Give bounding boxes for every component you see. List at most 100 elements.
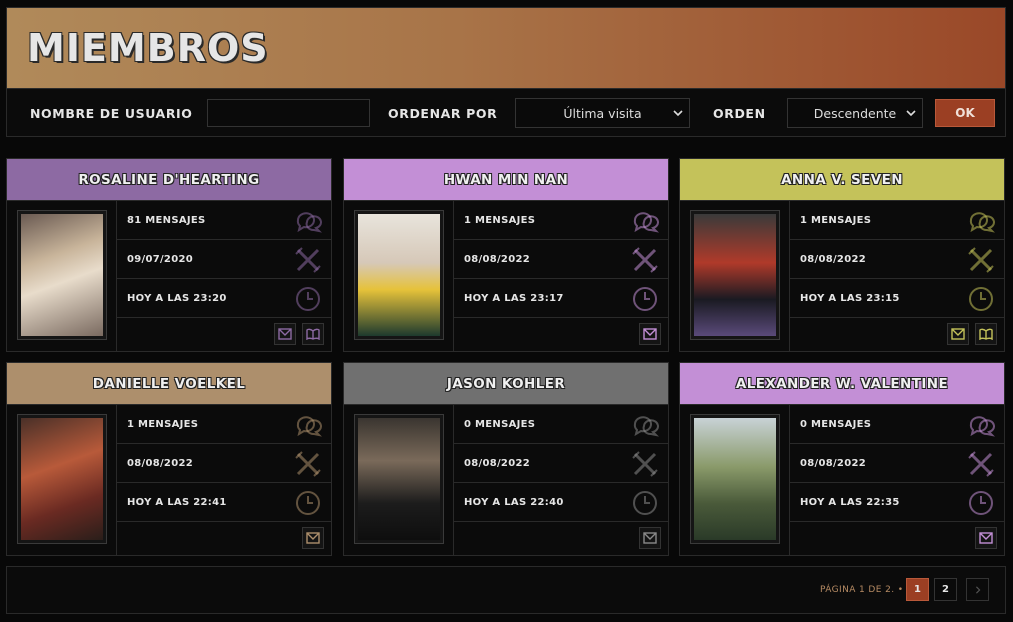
member-name[interactable]: HWAN MIN NAN [344, 159, 668, 201]
member-joined: 08/08/2022 [454, 444, 669, 483]
page-info: PÁGINA 1 DE 2. • [820, 585, 904, 595]
member-card: ALEXANDER W. VALENTINE 0 MENSAJES 08/08/… [679, 362, 1005, 556]
mail-icon [643, 532, 657, 544]
order-select-value: Descendente [813, 105, 897, 121]
member-messages: 0 MENSAJES [790, 405, 1005, 444]
send-message-button[interactable] [947, 323, 969, 345]
clock-icon [633, 491, 657, 515]
sort-select-value: Última visita [563, 105, 642, 121]
page-header: MIEMBROS [6, 7, 1006, 89]
member-joined: 08/08/2022 [454, 240, 669, 279]
clock-icon [969, 287, 993, 311]
member-last-visit: HOY A LAS 23:20 [117, 279, 332, 318]
chevron-down-icon [673, 110, 683, 117]
profile-book-button[interactable] [975, 323, 997, 345]
joined-date: 09/07/2020 [127, 253, 193, 265]
member-messages: 1 MENSAJES [790, 201, 1005, 240]
member-last-visit: HOY A LAS 23:17 [454, 279, 669, 318]
order-select[interactable]: Descendente [787, 98, 923, 128]
chat-bubbles-icon [633, 416, 659, 437]
member-actions [117, 318, 332, 352]
crossed-tools-icon [632, 247, 658, 273]
last-visit: HOY A LAS 22:40 [464, 496, 564, 508]
member-name[interactable]: DANIELLE VOELKEL [7, 363, 331, 405]
chat-bubbles-icon [296, 416, 322, 437]
clock-icon [296, 491, 320, 515]
last-visit: HOY A LAS 23:20 [127, 292, 227, 304]
member-filter-bar: NOMBRE DE USUARIO ORDENAR POR Última vis… [6, 89, 1006, 137]
order-label: ORDEN [713, 106, 766, 121]
page-button-1[interactable]: 1 [906, 578, 929, 601]
page-button-2[interactable]: 2 [934, 578, 957, 601]
page-title: MIEMBROS [27, 26, 269, 70]
member-name[interactable]: ANNA V. SEVEN [680, 159, 1004, 201]
sort-label: ORDENAR POR [388, 106, 498, 121]
joined-date: 08/08/2022 [464, 253, 530, 265]
clock-icon [969, 491, 993, 515]
member-messages: 0 MENSAJES [454, 405, 669, 444]
last-visit: HOY A LAS 22:41 [127, 496, 227, 508]
member-last-visit: HOY A LAS 22:40 [454, 483, 669, 522]
member-messages: 1 MENSAJES [454, 201, 669, 240]
member-actions [454, 318, 669, 352]
member-avatar[interactable] [354, 414, 444, 544]
crossed-tools-icon [968, 247, 994, 273]
member-card: JASON KOHLER 0 MENSAJES 08/08/2022 HOY A… [343, 362, 669, 556]
member-actions [117, 522, 332, 556]
last-visit: HOY A LAS 22:35 [800, 496, 900, 508]
messages-count: 1 MENSAJES [800, 214, 872, 226]
member-avatar[interactable] [17, 414, 107, 544]
member-actions [790, 318, 1005, 352]
username-input[interactable] [207, 99, 370, 127]
send-message-button[interactable] [274, 323, 296, 345]
send-message-button[interactable] [975, 527, 997, 549]
send-message-button[interactable] [639, 527, 661, 549]
crossed-tools-icon [968, 451, 994, 477]
clock-icon [296, 287, 320, 311]
next-page-button[interactable] [966, 578, 989, 601]
last-visit: HOY A LAS 23:15 [800, 292, 900, 304]
joined-date: 08/08/2022 [800, 253, 866, 265]
messages-count: 0 MENSAJES [800, 418, 872, 430]
send-message-button[interactable] [302, 527, 324, 549]
ok-button[interactable]: OK [935, 99, 995, 127]
clock-icon [633, 287, 657, 311]
member-last-visit: HOY A LAS 22:41 [117, 483, 332, 522]
member-last-visit: HOY A LAS 23:15 [790, 279, 1005, 318]
mail-icon [951, 328, 965, 340]
member-joined: 08/08/2022 [117, 444, 332, 483]
crossed-tools-icon [632, 451, 658, 477]
member-joined: 08/08/2022 [790, 240, 1005, 279]
member-name[interactable]: ROSALINE D'HEARTING [7, 159, 331, 201]
member-messages: 81 MENSAJES [117, 201, 332, 240]
joined-date: 08/08/2022 [800, 457, 866, 469]
mail-icon [278, 328, 292, 340]
profile-book-button[interactable] [302, 323, 324, 345]
member-actions [454, 522, 669, 556]
username-label: NOMBRE DE USUARIO [30, 106, 193, 121]
messages-count: 1 MENSAJES [127, 418, 199, 430]
member-name[interactable]: JASON KOHLER [344, 363, 668, 405]
chevron-down-icon [906, 110, 916, 117]
member-avatar[interactable] [690, 414, 780, 544]
crossed-tools-icon [295, 451, 321, 477]
member-avatar[interactable] [690, 210, 780, 340]
mail-icon [643, 328, 657, 340]
joined-date: 08/08/2022 [127, 457, 193, 469]
mail-icon [979, 532, 993, 544]
chat-bubbles-icon [969, 212, 995, 233]
crossed-tools-icon [295, 247, 321, 273]
chat-bubbles-icon [296, 212, 322, 233]
member-name[interactable]: ALEXANDER W. VALENTINE [680, 363, 1004, 405]
member-card: ROSALINE D'HEARTING 81 MENSAJES 09/07/20… [6, 158, 332, 352]
pagination-bar: PÁGINA 1 DE 2. • 1 2 [6, 566, 1006, 614]
send-message-button[interactable] [639, 323, 661, 345]
member-messages: 1 MENSAJES [117, 405, 332, 444]
member-avatar[interactable] [17, 210, 107, 340]
member-card: DANIELLE VOELKEL 1 MENSAJES 08/08/2022 H… [6, 362, 332, 556]
sort-select[interactable]: Última visita [515, 98, 690, 128]
member-avatar[interactable] [354, 210, 444, 340]
mail-icon [306, 532, 320, 544]
member-last-visit: HOY A LAS 22:35 [790, 483, 1005, 522]
book-icon [306, 328, 320, 340]
